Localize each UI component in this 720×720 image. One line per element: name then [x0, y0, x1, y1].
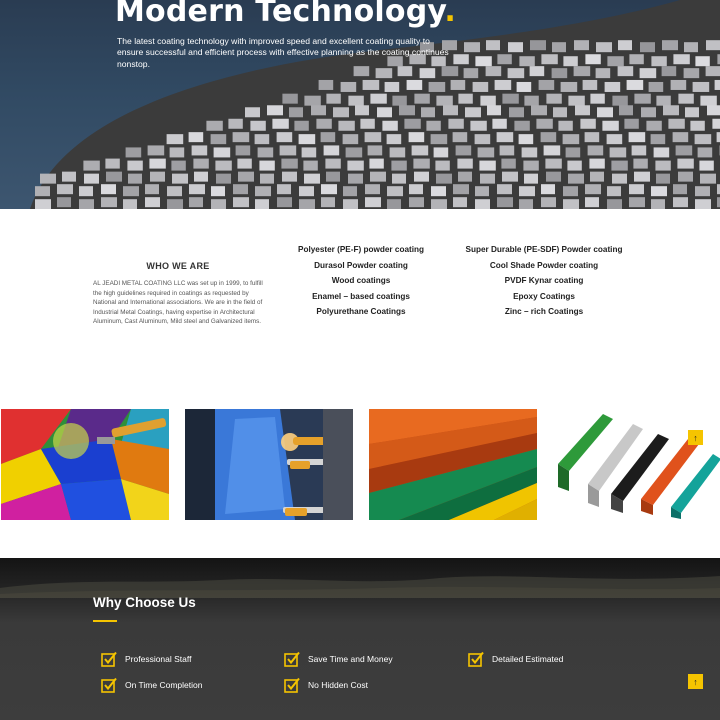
hero-section: Modern Technology. The latest coating te…	[0, 0, 720, 209]
checkbox-check-icon	[101, 651, 117, 667]
coating-item: Polyurethane Coatings	[316, 307, 406, 317]
who-we-are-text: AL JEADI METAL COATING LLC was set up in…	[93, 280, 263, 326]
coating-item: Durasol Powder coating	[314, 260, 408, 270]
arrow-up-icon: ↑	[693, 432, 698, 443]
who-we-are-heading: WHO WE ARE	[146, 261, 210, 271]
coating-item: Enamel – based coatings	[312, 291, 410, 301]
aluminum-extrusions-image[interactable]	[553, 409, 720, 520]
feature-item: No Hidden Cost	[284, 676, 368, 694]
coating-item: Super Durable (PE-SDF) Powder coating	[465, 245, 623, 254]
checkbox-check-icon	[284, 651, 300, 667]
heading-underline	[93, 620, 117, 622]
coating-item: Polyester (PE-F) powder coating	[297, 245, 424, 254]
hero-subtitle: The latest coating technology with impro…	[117, 36, 449, 69]
checkbox-check-icon	[468, 651, 484, 667]
arrow-up-icon: ↑	[693, 676, 698, 687]
coating-item: Zinc – rich Coatings	[504, 307, 584, 317]
scroll-to-top-button[interactable]: ↑	[688, 430, 703, 445]
feature-item: Save Time and Money	[284, 650, 393, 668]
coating-item: Wood coatings	[331, 276, 391, 286]
feature-item: Detailed Estimated	[468, 650, 563, 668]
scroll-to-top-button[interactable]: ↑	[688, 674, 703, 689]
powder-colors-image[interactable]	[1, 409, 169, 520]
hero-title: Modern Technology.	[115, 0, 456, 29]
coatings-list-right: Super Durable (PE-SDF) Powder coating Co…	[444, 245, 644, 323]
coating-item: Cool Shade Powder coating	[489, 260, 599, 270]
why-choose-us-section: Why Choose Us Professional Staff Save Ti…	[0, 558, 720, 720]
about-section: WHO WE ARE AL JEADI METAL COATING LLC wa…	[0, 209, 720, 399]
feature-item: Professional Staff	[101, 650, 191, 668]
coating-item: Epoxy Coatings	[513, 291, 575, 301]
gallery-section	[0, 407, 720, 523]
feature-item: On Time Completion	[101, 676, 202, 694]
coating-item: PVDF Kynar coating	[504, 276, 584, 286]
background-landscape-image	[0, 576, 720, 598]
hero-building-image	[30, 0, 720, 209]
why-choose-us-heading: Why Choose Us	[93, 595, 196, 610]
checkbox-check-icon	[284, 677, 300, 693]
colored-profiles-image[interactable]	[369, 409, 537, 520]
spray-booth-image[interactable]	[185, 409, 353, 520]
checkbox-check-icon	[101, 677, 117, 693]
coatings-list-left: Polyester (PE-F) powder coating Durasol …	[261, 245, 461, 323]
